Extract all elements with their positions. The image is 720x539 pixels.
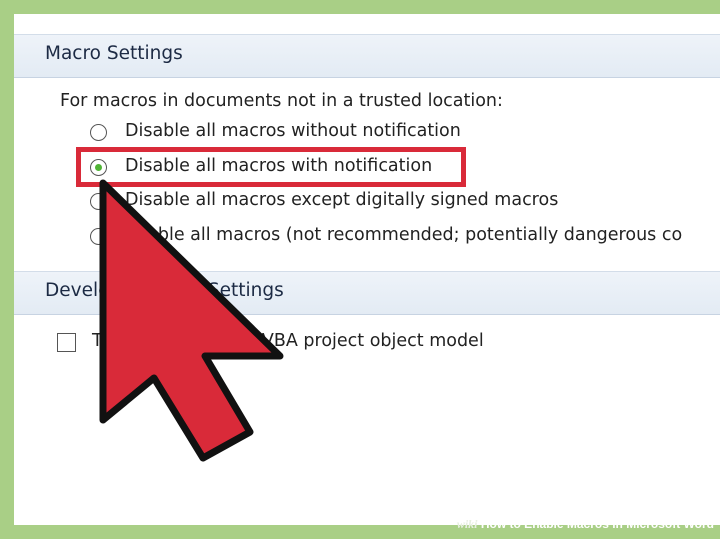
option-label: Disable all macros without notification (125, 121, 461, 141)
trust-vba-checkbox[interactable] (57, 333, 76, 352)
radio-disable-except-signed[interactable] (90, 193, 107, 210)
radio-disable-no-notification[interactable] (90, 124, 107, 141)
trust-center-panel: Macro Settings For macros in documents n… (14, 14, 720, 525)
watermark-brand: wiki (456, 517, 478, 531)
watermark-text: How to Enable Macros in Microsoft Word (480, 517, 714, 531)
macro-settings-intro: For macros in documents not in a trusted… (60, 91, 503, 111)
watermark: wiki How to Enable Macros in Microsoft W… (457, 517, 714, 535)
trust-vba-label: Trust access to the VBA project object m… (92, 331, 484, 351)
macro-settings-title: Macro Settings (45, 43, 183, 64)
radio-enable-all[interactable] (90, 228, 107, 245)
developer-settings-header: Developer Macro Settings (14, 271, 720, 315)
developer-settings-title: Developer Macro Settings (45, 280, 284, 301)
highlight-box (76, 147, 466, 187)
option-label: Enable all macros (not recommended; pote… (125, 225, 683, 245)
macro-settings-header: Macro Settings (14, 34, 720, 78)
option-label: Disable all macros except digitally sign… (125, 190, 559, 210)
